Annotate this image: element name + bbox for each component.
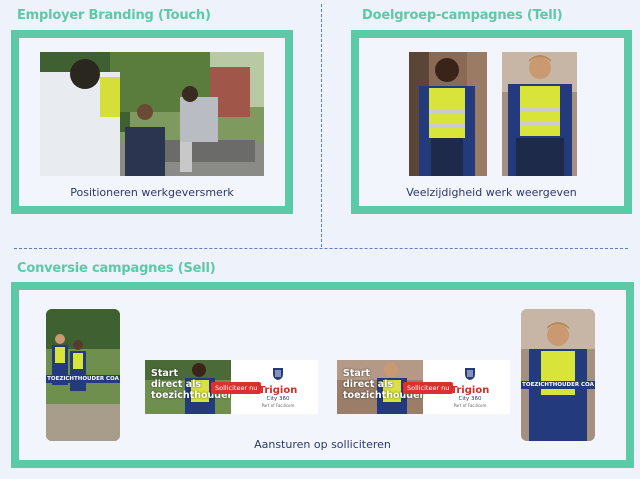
banner-ad-1: Start direct als toezichthouder Sollicit… xyxy=(145,360,318,414)
banner-1-trigion-logo: Trigion City 360 Part of Facilicom xyxy=(241,366,315,409)
story-ad-right: TOEZICHTHOUDER COA xyxy=(521,309,595,441)
sell-caption: Aansturen op solliciteren xyxy=(254,438,391,451)
banner-2-trigion-logo: Trigion City 360 Part of Facilicom xyxy=(433,366,507,409)
story-right-photo-icon xyxy=(521,309,595,441)
sell-panel: TOEZICHTHOUDER COA Start direct als toez… xyxy=(11,282,634,468)
tell-panel: Veelzijdigheid werk weergeven xyxy=(351,30,632,214)
touch-caption: Positioneren werkgeversmerk xyxy=(70,186,234,199)
tell-caption: Veelzijdigheid werk weergeven xyxy=(406,186,577,199)
shield-icon xyxy=(273,368,283,380)
shield-icon xyxy=(465,368,475,380)
group-outdoor-photo-icon xyxy=(40,52,264,176)
section-title-touch: Employer Branding (Touch) xyxy=(17,8,211,23)
female-security-officer-photo-icon xyxy=(409,52,487,176)
story-left-label: TOEZICHTHOUDER COA xyxy=(46,375,120,383)
horizontal-divider xyxy=(14,248,628,249)
male-security-officer-photo-icon xyxy=(502,52,577,176)
banner-ad-2: Start direct als toezichthouder Sollicit… xyxy=(337,360,510,414)
touch-panel: Positioneren werkgeversmerk xyxy=(11,30,293,214)
vertical-divider xyxy=(321,4,322,247)
story-ad-left: TOEZICHTHOUDER COA xyxy=(46,309,120,441)
section-title-sell: Conversie campagnes (Sell) xyxy=(17,261,216,276)
story-right-label: TOEZICHTHOUDER COA xyxy=(521,381,595,389)
section-title-tell: Doelgroep-campagnes (Tell) xyxy=(362,8,563,23)
